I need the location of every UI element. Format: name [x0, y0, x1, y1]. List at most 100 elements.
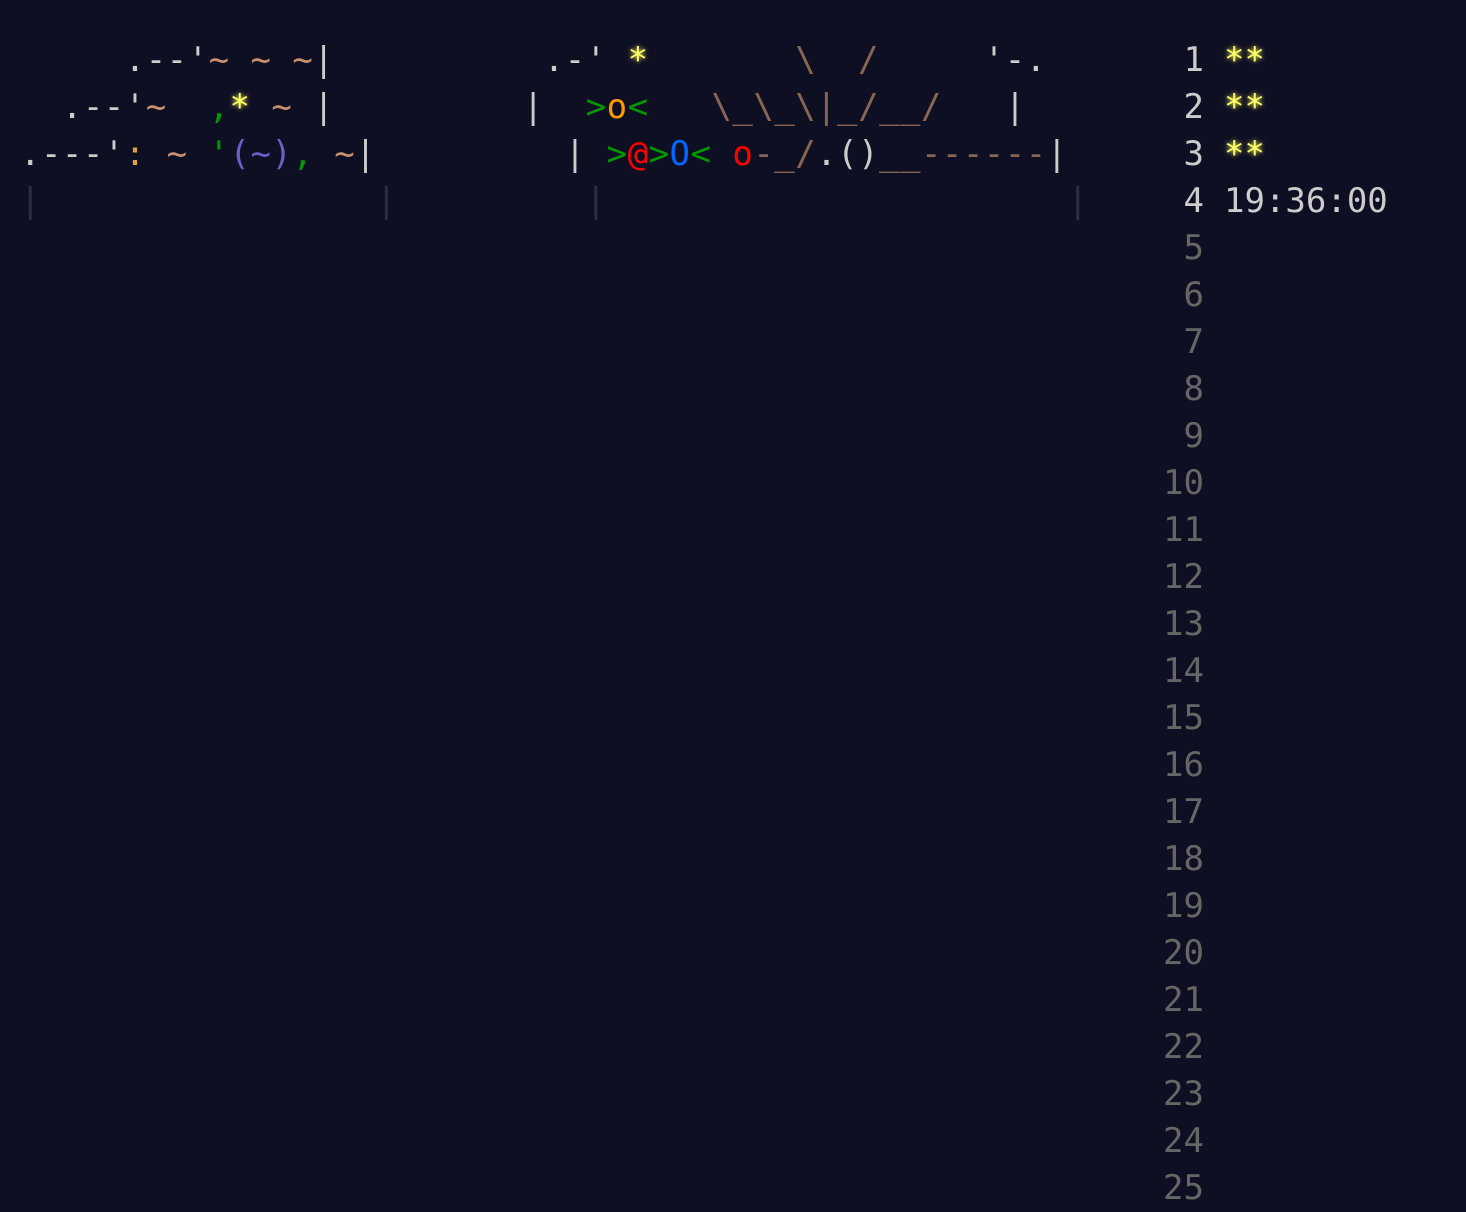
- day-row[interactable]: 20: [1158, 930, 1388, 977]
- calendar-art-segment: @: [627, 134, 649, 174]
- calendar-art-segment: |: [313, 40, 335, 80]
- calendar-art-segment: |: [564, 134, 607, 174]
- calendar-art-segment: |: [522, 87, 586, 127]
- calendar-art-segment: -_/: [753, 134, 817, 174]
- calendar-art-segment: |: [355, 134, 377, 174]
- calendar-art-segment: |: [20, 181, 377, 221]
- calendar-art-segment: [250, 87, 271, 127]
- calendar-art-segment: [188, 134, 209, 174]
- calendar-art-segment: ~: [145, 87, 209, 127]
- calendar-art-segment: ~: [166, 134, 188, 174]
- day-row[interactable]: 16: [1158, 742, 1388, 789]
- day-row[interactable]: 8: [1158, 366, 1388, 413]
- day-stars: **: [1224, 40, 1265, 80]
- day-number[interactable]: 21: [1158, 977, 1204, 1024]
- calendar-art-segment: |: [376, 181, 398, 221]
- day-row[interactable]: 23: [1158, 1071, 1388, 1118]
- day-list: 1 ** 2 ** 3 ** 4 19:36:00 5 6 7 8 9 10 11 12 13 14 15 16 17 1…: [1158, 37, 1388, 1212]
- calendar-art-segment: o: [732, 134, 754, 174]
- day-row[interactable]: 7: [1158, 319, 1388, 366]
- calendar-art-segment: \ /: [795, 40, 879, 80]
- calendar-art-segment: ~: [334, 134, 356, 174]
- day-number[interactable]: 11: [1158, 507, 1204, 554]
- calendar-art-segment: [649, 40, 796, 80]
- day-number[interactable]: 4: [1158, 178, 1204, 225]
- calendar-art-segment: >: [606, 134, 628, 174]
- calendar-art-segment: |: [1046, 134, 1068, 174]
- day-number[interactable]: 10: [1158, 460, 1204, 507]
- calendar-art-segment: *: [627, 40, 649, 80]
- day-row[interactable]: 19: [1158, 883, 1388, 930]
- calendar-art-segment: ': [208, 134, 230, 174]
- day-row[interactable]: 4 19:36:00: [1158, 178, 1388, 225]
- day-row[interactable]: 11: [1158, 507, 1388, 554]
- day-row[interactable]: 6: [1158, 272, 1388, 319]
- day-number[interactable]: 22: [1158, 1024, 1204, 1071]
- calendar-art-segment: ,: [208, 87, 230, 127]
- calendar-art-segment: __------: [879, 134, 1047, 174]
- calendar-art-segment: .--': [20, 87, 146, 127]
- day-row[interactable]: 5: [1158, 225, 1388, 272]
- day-row[interactable]: 14: [1158, 648, 1388, 695]
- day-number[interactable]: 2: [1158, 84, 1204, 131]
- calendar-art-segment: |: [941, 87, 1026, 127]
- day-row[interactable]: 1 **: [1158, 37, 1388, 84]
- calendar-art-segment: *: [229, 87, 251, 127]
- day-row[interactable]: 9: [1158, 413, 1388, 460]
- day-number[interactable]: 15: [1158, 695, 1204, 742]
- day-row[interactable]: 2 **: [1158, 84, 1388, 131]
- day-number[interactable]: 23: [1158, 1071, 1204, 1118]
- day-number[interactable]: 17: [1158, 789, 1204, 836]
- calendar-art-segment: <: [690, 134, 712, 174]
- calendar-art-segment: O: [669, 134, 691, 174]
- day-row[interactable]: 17: [1158, 789, 1388, 836]
- day-row[interactable]: 25: [1158, 1165, 1388, 1212]
- ascii-calendar-art: .--'~ ~ ~| .-' * \ / '-. .--'~ ,* ~ | | …: [20, 37, 1088, 225]
- day-number[interactable]: 3: [1158, 131, 1204, 178]
- calendar-art-segment: [397, 181, 586, 221]
- day-number[interactable]: 13: [1158, 601, 1204, 648]
- day-row[interactable]: 22: [1158, 1024, 1388, 1071]
- day-number[interactable]: 8: [1158, 366, 1204, 413]
- day-countdown: 19:36:00: [1224, 181, 1388, 221]
- day-number[interactable]: 25: [1158, 1165, 1204, 1212]
- calendar-art-segment: [334, 87, 523, 127]
- calendar-art-segment: .---': [20, 134, 125, 174]
- calendar-art-segment: ~ ~ ~: [208, 40, 314, 80]
- day-stars: **: [1224, 134, 1265, 174]
- day-row[interactable]: 13: [1158, 601, 1388, 648]
- day-number[interactable]: 7: [1158, 319, 1204, 366]
- day-number[interactable]: 12: [1158, 554, 1204, 601]
- calendar-art-segment: [146, 134, 167, 174]
- day-row[interactable]: 12: [1158, 554, 1388, 601]
- day-number[interactable]: 14: [1158, 648, 1204, 695]
- calendar-art-segment: |: [1067, 181, 1089, 221]
- day-row[interactable]: 24: [1158, 1118, 1388, 1165]
- calendar-art-segment: ,: [292, 134, 314, 174]
- calendar-art-segment: .(): [816, 134, 880, 174]
- day-row[interactable]: 18: [1158, 836, 1388, 883]
- day-number[interactable]: 16: [1158, 742, 1204, 789]
- calendar-art-segment: :: [124, 134, 146, 174]
- day-number[interactable]: 19: [1158, 883, 1204, 930]
- day-number[interactable]: 18: [1158, 836, 1204, 883]
- day-row[interactable]: 15: [1158, 695, 1388, 742]
- calendar-art-segment: [313, 134, 334, 174]
- day-number[interactable]: 1: [1158, 37, 1204, 84]
- calendar-art-segment: |: [292, 87, 335, 127]
- calendar-art-segment: .-': [543, 40, 628, 80]
- day-row[interactable]: 10: [1158, 460, 1388, 507]
- day-number[interactable]: 9: [1158, 413, 1204, 460]
- day-number[interactable]: 6: [1158, 272, 1204, 319]
- calendar-art-segment: |: [585, 181, 1068, 221]
- day-row[interactable]: 21: [1158, 977, 1388, 1024]
- calendar-art-row: .--'~ ~ ~| .-' * \ / '-.: [20, 37, 1088, 84]
- calendar-art-segment: (~): [229, 134, 293, 174]
- day-number[interactable]: 5: [1158, 225, 1204, 272]
- day-number[interactable]: 24: [1158, 1118, 1204, 1165]
- calendar-art-segment: \_\_\|_/__/: [711, 87, 942, 127]
- day-number[interactable]: 20: [1158, 930, 1204, 977]
- calendar-art-segment: <: [627, 87, 649, 127]
- day-row[interactable]: 3 **: [1158, 131, 1388, 178]
- calendar-art-segment: >: [585, 87, 607, 127]
